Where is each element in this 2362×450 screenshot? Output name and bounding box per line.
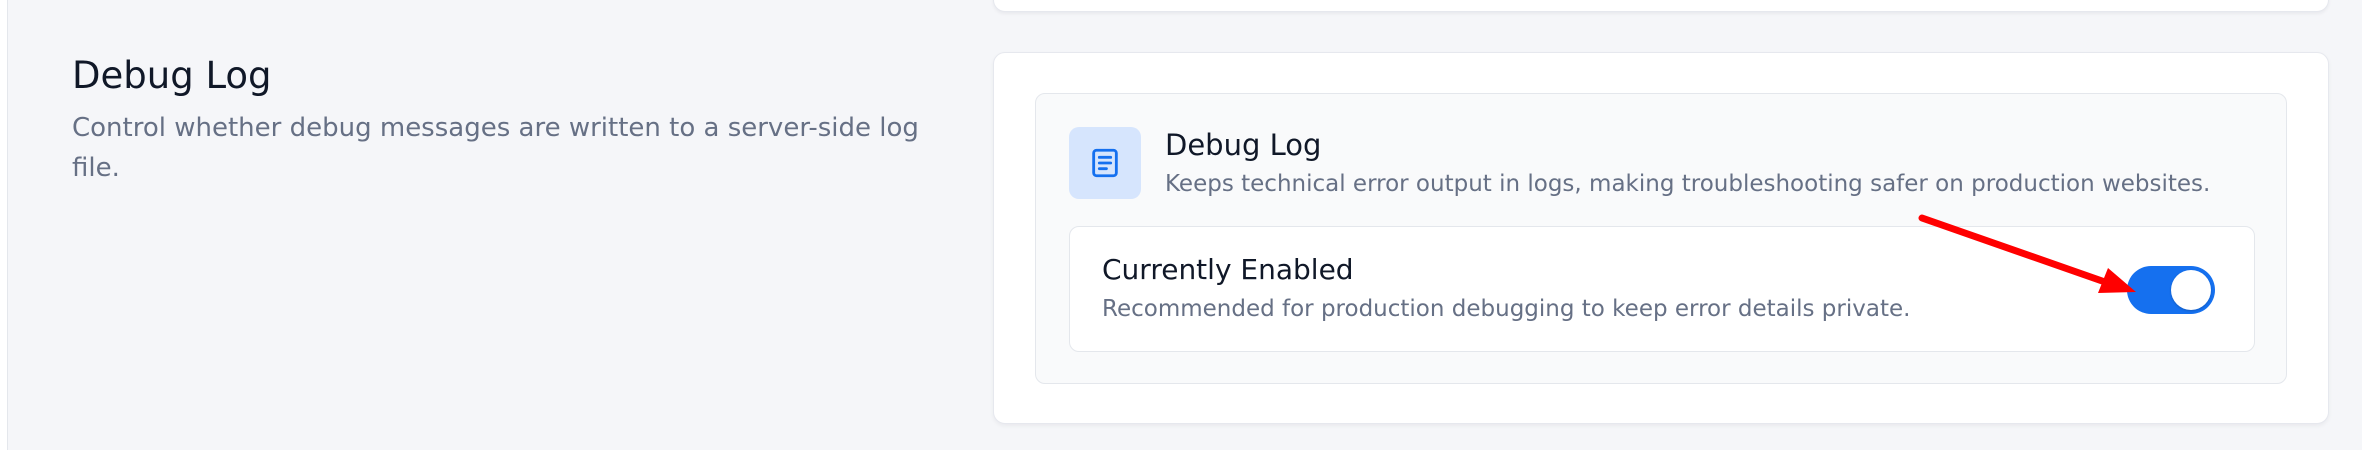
section-info: Debug Log Control whether debug messages… <box>72 52 962 188</box>
debug-log-panel: Debug Log Keeps technical error output i… <box>1035 93 2287 384</box>
debug-log-card: Debug Log Keeps technical error output i… <box>993 52 2329 424</box>
sidebar-edge <box>0 0 8 450</box>
settings-page: Debug Log Control whether debug messages… <box>0 0 2362 450</box>
status-title: Currently Enabled <box>1102 253 1354 286</box>
toggle-knob <box>2171 270 2211 310</box>
status-row: Currently Enabled Recommended for produc… <box>1069 226 2255 352</box>
log-file-icon <box>1069 127 1141 199</box>
debug-log-toggle[interactable] <box>2127 266 2215 314</box>
section-title: Debug Log <box>72 54 272 97</box>
previous-settings-card <box>993 0 2329 12</box>
status-description: Recommended for production debugging to … <box>1102 296 1911 322</box>
feature-title: Debug Log <box>1165 128 1322 162</box>
feature-description: Keeps technical error output in logs, ma… <box>1165 171 2211 197</box>
section-description: Control whether debug messages are writt… <box>72 113 919 183</box>
